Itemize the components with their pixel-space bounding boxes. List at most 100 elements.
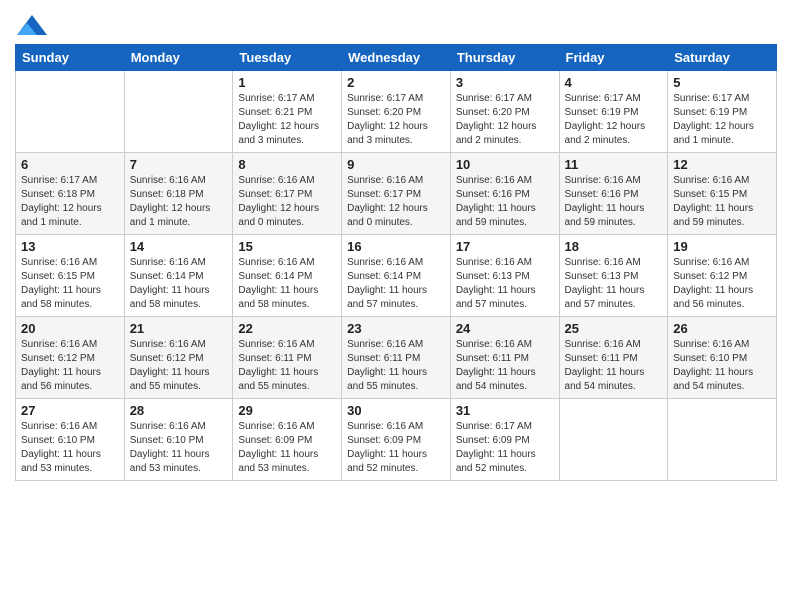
- cell-info: Sunrise: 6:16 AMSunset: 6:12 PMDaylight:…: [130, 338, 228, 394]
- cell-info: Sunrise: 6:16 AMSunset: 6:11 PMDaylight:…: [565, 338, 663, 394]
- day-number: 13: [21, 239, 119, 254]
- calendar-cell: [124, 71, 233, 153]
- weekday-thursday: Thursday: [450, 45, 559, 71]
- logo: [15, 10, 47, 36]
- day-number: 22: [238, 321, 336, 336]
- calendar-cell: 24Sunrise: 6:16 AMSunset: 6:11 PMDayligh…: [450, 317, 559, 399]
- day-number: 28: [130, 403, 228, 418]
- week-row-5: 27 Sunrise: 6:16 AMSunset: 6:10 PMDayligh…: [16, 399, 777, 481]
- calendar-cell: 23 Sunrise: 6:16 AMSunset: 6:11 PMDayligh…: [342, 317, 451, 399]
- calendar-cell: 1Sunrise: 6:17 AMSunset: 6:21 PMDaylight…: [233, 71, 342, 153]
- calendar-cell: 16 Sunrise: 6:16 AMSunset: 6:14 PMDayligh…: [342, 235, 451, 317]
- day-number: 26: [673, 321, 771, 336]
- cell-info: Sunrise: 6:17 AMSunset: 6:09 PMDaylight:…: [456, 420, 554, 476]
- calendar-cell: 13 Sunrise: 6:16 AMSunset: 6:15 PMDayligh…: [16, 235, 125, 317]
- calendar-cell: 10Sunrise: 6:16 AMSunset: 6:16 PMDayligh…: [450, 153, 559, 235]
- cell-info: Sunrise: 6:16 AMSunset: 6:18 PMDaylight:…: [130, 174, 228, 230]
- cell-info: Sunrise: 6:16 AMSunset: 6:11 PMDaylight:…: [238, 338, 336, 394]
- weekday-header-row: SundayMondayTuesdayWednesdayThursdayFrid…: [16, 45, 777, 71]
- weekday-sunday: Sunday: [16, 45, 125, 71]
- cell-info: Sunrise: 6:16 AMSunset: 6:17 PMDaylight:…: [238, 174, 336, 230]
- cell-info: Sunrise: 6:16 AMSunset: 6:16 PMDaylight:…: [565, 174, 663, 230]
- cell-info: Sunrise: 6:16 AMSunset: 6:16 PMDaylight:…: [456, 174, 554, 230]
- calendar-cell: 2 Sunrise: 6:17 AMSunset: 6:20 PMDaylight…: [342, 71, 451, 153]
- calendar-cell: 3 Sunrise: 6:17 AMSunset: 6:20 PMDaylight…: [450, 71, 559, 153]
- day-number: 5: [673, 75, 771, 90]
- calendar-cell: 19 Sunrise: 6:16 AMSunset: 6:12 PMDayligh…: [668, 235, 777, 317]
- calendar-cell: 11Sunrise: 6:16 AMSunset: 6:16 PMDayligh…: [559, 153, 668, 235]
- cell-info: Sunrise: 6:16 AMSunset: 6:10 PMDaylight:…: [673, 338, 771, 394]
- cell-info: Sunrise: 6:17 AMSunset: 6:18 PMDaylight:…: [21, 174, 119, 230]
- calendar-cell: 20 Sunrise: 6:16 AMSunset: 6:12 PMDayligh…: [16, 317, 125, 399]
- weekday-friday: Friday: [559, 45, 668, 71]
- cell-info: Sunrise: 6:16 AMSunset: 6:11 PMDaylight:…: [347, 338, 445, 394]
- day-number: 18: [565, 239, 663, 254]
- calendar-cell: 12 Sunrise: 6:16 AMSunset: 6:15 PMDayligh…: [668, 153, 777, 235]
- weekday-wednesday: Wednesday: [342, 45, 451, 71]
- day-number: 6: [21, 157, 119, 172]
- cell-info: Sunrise: 6:16 AMSunset: 6:10 PMDaylight:…: [130, 420, 228, 476]
- day-number: 27: [21, 403, 119, 418]
- day-number: 4: [565, 75, 663, 90]
- week-row-1: 1Sunrise: 6:17 AMSunset: 6:21 PMDaylight…: [16, 71, 777, 153]
- calendar-cell: [16, 71, 125, 153]
- day-number: 7: [130, 157, 228, 172]
- cell-info: Sunrise: 6:16 AMSunset: 6:12 PMDaylight:…: [21, 338, 119, 394]
- calendar-page: SundayMondayTuesdayWednesdayThursdayFrid…: [0, 0, 792, 612]
- week-row-4: 20 Sunrise: 6:16 AMSunset: 6:12 PMDayligh…: [16, 317, 777, 399]
- weekday-monday: Monday: [124, 45, 233, 71]
- calendar-cell: 25 Sunrise: 6:16 AMSunset: 6:11 PMDayligh…: [559, 317, 668, 399]
- cell-info: Sunrise: 6:16 AMSunset: 6:12 PMDaylight:…: [673, 256, 771, 312]
- calendar-cell: [668, 399, 777, 481]
- day-number: 31: [456, 403, 554, 418]
- calendar-cell: 7 Sunrise: 6:16 AMSunset: 6:18 PMDaylight…: [124, 153, 233, 235]
- calendar-cell: [559, 399, 668, 481]
- calendar-cell: 18 Sunrise: 6:16 AMSunset: 6:13 PMDayligh…: [559, 235, 668, 317]
- day-number: 16: [347, 239, 445, 254]
- calendar-cell: 15Sunrise: 6:16 AMSunset: 6:14 PMDayligh…: [233, 235, 342, 317]
- cell-info: Sunrise: 6:16 AMSunset: 6:14 PMDaylight:…: [130, 256, 228, 312]
- calendar-cell: 5 Sunrise: 6:17 AMSunset: 6:19 PMDaylight…: [668, 71, 777, 153]
- calendar-cell: 26 Sunrise: 6:16 AMSunset: 6:10 PMDayligh…: [668, 317, 777, 399]
- calendar-cell: 9Sunrise: 6:16 AMSunset: 6:17 PMDaylight…: [342, 153, 451, 235]
- day-number: 3: [456, 75, 554, 90]
- calendar-cell: 27 Sunrise: 6:16 AMSunset: 6:10 PMDayligh…: [16, 399, 125, 481]
- week-row-2: 6 Sunrise: 6:17 AMSunset: 6:18 PMDaylight…: [16, 153, 777, 235]
- cell-info: Sunrise: 6:16 AMSunset: 6:10 PMDaylight:…: [21, 420, 119, 476]
- day-number: 21: [130, 321, 228, 336]
- cell-info: Sunrise: 6:16 AMSunset: 6:15 PMDaylight:…: [673, 174, 771, 230]
- calendar-cell: 22 Sunrise: 6:16 AMSunset: 6:11 PMDayligh…: [233, 317, 342, 399]
- cell-info: Sunrise: 6:16 AMSunset: 6:09 PMDaylight:…: [347, 420, 445, 476]
- day-number: 8: [238, 157, 336, 172]
- calendar-cell: 29Sunrise: 6:16 AMSunset: 6:09 PMDayligh…: [233, 399, 342, 481]
- calendar-cell: 28 Sunrise: 6:16 AMSunset: 6:10 PMDayligh…: [124, 399, 233, 481]
- day-number: 12: [673, 157, 771, 172]
- calendar-cell: 8 Sunrise: 6:16 AMSunset: 6:17 PMDaylight…: [233, 153, 342, 235]
- calendar-cell: 14 Sunrise: 6:16 AMSunset: 6:14 PMDayligh…: [124, 235, 233, 317]
- weekday-saturday: Saturday: [668, 45, 777, 71]
- calendar-cell: 21 Sunrise: 6:16 AMSunset: 6:12 PMDayligh…: [124, 317, 233, 399]
- day-number: 19: [673, 239, 771, 254]
- cell-info: Sunrise: 6:17 AMSunset: 6:21 PMDaylight:…: [238, 92, 336, 148]
- day-number: 2: [347, 75, 445, 90]
- day-number: 24: [456, 321, 554, 336]
- cell-info: Sunrise: 6:16 AMSunset: 6:14 PMDaylight:…: [347, 256, 445, 312]
- day-number: 30: [347, 403, 445, 418]
- cell-info: Sunrise: 6:16 AMSunset: 6:14 PMDaylight:…: [238, 256, 336, 312]
- cell-info: Sunrise: 6:17 AMSunset: 6:20 PMDaylight:…: [347, 92, 445, 148]
- day-number: 14: [130, 239, 228, 254]
- cell-info: Sunrise: 6:16 AMSunset: 6:15 PMDaylight:…: [21, 256, 119, 312]
- day-number: 17: [456, 239, 554, 254]
- day-number: 9: [347, 157, 445, 172]
- weekday-tuesday: Tuesday: [233, 45, 342, 71]
- day-number: 20: [21, 321, 119, 336]
- calendar-cell: 17Sunrise: 6:16 AMSunset: 6:13 PMDayligh…: [450, 235, 559, 317]
- calendar-cell: 6 Sunrise: 6:17 AMSunset: 6:18 PMDaylight…: [16, 153, 125, 235]
- cell-info: Sunrise: 6:17 AMSunset: 6:19 PMDaylight:…: [565, 92, 663, 148]
- cell-info: Sunrise: 6:17 AMSunset: 6:19 PMDaylight:…: [673, 92, 771, 148]
- day-number: 25: [565, 321, 663, 336]
- day-number: 23: [347, 321, 445, 336]
- cell-info: Sunrise: 6:17 AMSunset: 6:20 PMDaylight:…: [456, 92, 554, 148]
- cell-info: Sunrise: 6:16 AMSunset: 6:13 PMDaylight:…: [565, 256, 663, 312]
- page-header: [15, 10, 777, 36]
